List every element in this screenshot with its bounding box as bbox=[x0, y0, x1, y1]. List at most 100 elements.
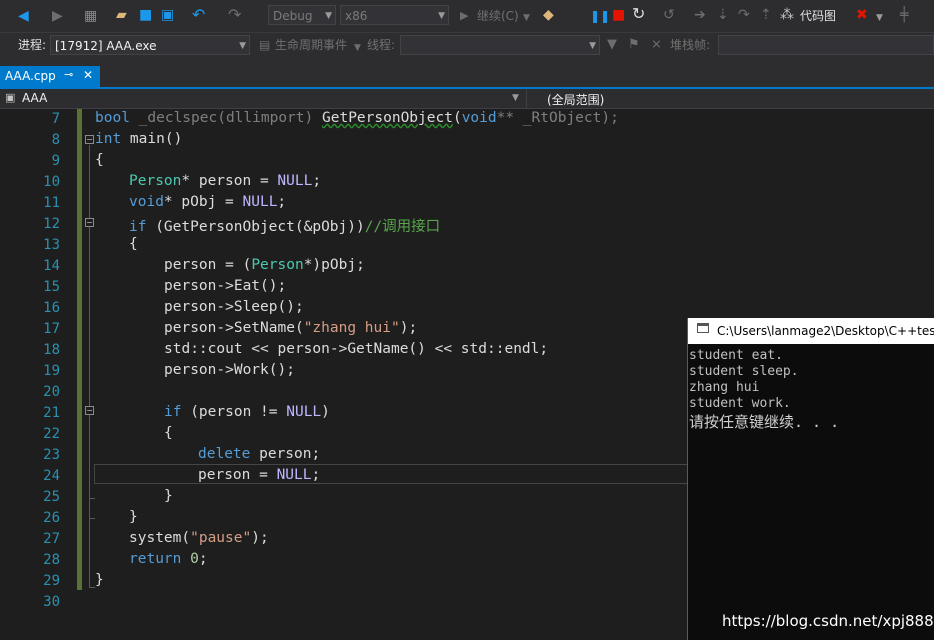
line-number: 11 bbox=[43, 195, 60, 211]
save-all-icon[interactable]: ▣ bbox=[161, 7, 174, 23]
chevron-down-icon[interactable]: ▼ bbox=[876, 10, 883, 26]
line-number: 17 bbox=[43, 321, 60, 337]
code-line: person = (Person*)pObj; bbox=[164, 257, 365, 273]
close-icon[interactable]: ✕ bbox=[83, 68, 93, 82]
pin-icon[interactable]: ⊸ bbox=[64, 68, 73, 81]
line-number: 20 bbox=[43, 384, 60, 400]
console-output-line: 请按任意键继续. . . bbox=[689, 413, 840, 431]
scope-dropdown[interactable]: (全局范围) bbox=[547, 91, 604, 108]
breakpoints-icon[interactable]: ✖ bbox=[856, 7, 868, 23]
code-line: return 0; bbox=[129, 551, 208, 567]
code-token: if bbox=[129, 219, 147, 235]
codemap-icon: ⁂ bbox=[780, 7, 794, 23]
code-token: (person != bbox=[181, 404, 287, 420]
code-token: ; bbox=[312, 173, 322, 189]
current-line-highlight bbox=[94, 464, 688, 484]
step-out-icon[interactable]: ⇡ bbox=[760, 7, 772, 23]
code-token: ; bbox=[311, 467, 321, 483]
line-number: 10 bbox=[43, 174, 60, 190]
code-number: 0 bbox=[190, 551, 199, 567]
code-token: } bbox=[164, 488, 173, 504]
document-tab-strip: AAA.cpp ⊸ ✕ bbox=[0, 58, 934, 89]
code-line: { bbox=[129, 236, 138, 252]
thread-label: 线程: bbox=[367, 38, 396, 52]
stop-icon[interactable]: ■ bbox=[612, 7, 625, 23]
code-token: system( bbox=[129, 530, 191, 546]
process-label: 进程: bbox=[18, 38, 47, 52]
step-into-icon[interactable]: ➔ bbox=[694, 7, 706, 23]
chevron-down-icon[interactable]: ▼ bbox=[523, 10, 530, 26]
code-line: void* pObj = NULL; bbox=[129, 194, 286, 210]
code-line: person->Eat(); bbox=[164, 278, 286, 294]
line-number: 28 bbox=[43, 552, 60, 568]
stackframe-select[interactable] bbox=[718, 35, 934, 55]
code-token: GetPersonObject bbox=[322, 110, 453, 126]
attach-icon[interactable]: ◆ bbox=[543, 7, 554, 23]
chevron-down-icon[interactable]: ▼ bbox=[512, 93, 519, 103]
collapse-icon[interactable]: − bbox=[85, 135, 94, 144]
collapse-icon[interactable]: − bbox=[85, 406, 94, 415]
code-token: ); bbox=[251, 530, 269, 546]
line-number: 14 bbox=[43, 258, 60, 274]
code-token: _declspec( bbox=[129, 110, 226, 126]
filter-icon[interactable]: ▼ bbox=[607, 37, 617, 53]
save-icon[interactable]: ■ bbox=[139, 7, 152, 23]
undo-icon[interactable]: ↶ bbox=[192, 7, 205, 23]
code-line: } bbox=[129, 509, 138, 525]
platform-select[interactable]: x86 ▼ bbox=[340, 5, 449, 25]
chevron-down-icon: ▼ bbox=[239, 41, 246, 51]
thread-select[interactable]: ▼ bbox=[400, 35, 600, 55]
line-number: 18 bbox=[43, 342, 60, 358]
console-window[interactable]: C:\Users\lanmage2\Desktop\C++test studen… bbox=[687, 318, 934, 640]
console-output-line: student eat. bbox=[689, 348, 783, 363]
code-token: person->SetName( bbox=[164, 320, 304, 336]
chevron-down-icon[interactable]: ▼ bbox=[354, 40, 361, 56]
play-icon[interactable]: ▶ bbox=[460, 8, 468, 24]
codemap-button[interactable]: 代码图 bbox=[800, 8, 836, 24]
watermark-text: https://blog.csdn.net/xpj8888 bbox=[722, 612, 934, 630]
configuration-select[interactable]: Debug ▼ bbox=[268, 5, 336, 25]
toggle-flag-icon[interactable]: ⚑ bbox=[628, 37, 640, 53]
stackframe-label: 堆栈帧: bbox=[670, 38, 711, 52]
pause-icon[interactable]: ❚❚ bbox=[590, 8, 610, 24]
layout-icon[interactable]: ╪ bbox=[900, 7, 908, 23]
line-number: 16 bbox=[43, 300, 60, 316]
open-file-icon[interactable]: ▰ bbox=[116, 7, 127, 23]
project-icon: ▣ bbox=[5, 91, 16, 104]
code-line: int main() bbox=[95, 131, 182, 147]
code-line: std::cout << person->GetName() << std::e… bbox=[164, 341, 548, 357]
line-number: 21 bbox=[43, 405, 60, 421]
code-token: person = ( bbox=[164, 257, 252, 273]
debug-location-toolbar: 进程: [17912] AAA.exe ▼ ▤ 生命周期事件 ▼ 线程: ▼ ▼… bbox=[0, 32, 934, 58]
clear-flags-icon[interactable]: ⨯ bbox=[651, 37, 662, 53]
code-token: NULL bbox=[286, 404, 322, 420]
console-title-bar[interactable]: C:\Users\lanmage2\Desktop\C++test bbox=[688, 318, 934, 344]
code-token: main() bbox=[121, 131, 183, 147]
lifecycle-events-button[interactable]: 生命周期事件 bbox=[275, 37, 347, 53]
code-line: if (GetPersonObject(&pObj))//调用接口 bbox=[129, 215, 440, 236]
continue-button[interactable]: 继续(C) bbox=[477, 8, 519, 24]
show-next-statement-icon[interactable]: ↺ bbox=[663, 7, 675, 23]
process-select[interactable]: [17912] AAA.exe ▼ bbox=[50, 35, 250, 55]
restart-icon[interactable]: ↻ bbox=[632, 6, 645, 22]
forward-icon[interactable]: ▶ bbox=[52, 8, 63, 24]
step-over-arc-icon[interactable]: ↷ bbox=[738, 7, 750, 23]
line-number: 9 bbox=[51, 153, 60, 169]
code-token: NULL bbox=[276, 467, 312, 483]
tab-aaa-cpp[interactable]: AAA.cpp ⊸ ✕ bbox=[0, 66, 100, 87]
code-token: ); bbox=[399, 320, 418, 336]
collapse-icon[interactable]: − bbox=[85, 218, 94, 227]
project-dropdown[interactable]: AAA bbox=[22, 91, 47, 105]
code-token: NULL bbox=[277, 173, 313, 189]
code-token: person; bbox=[250, 446, 321, 462]
code-token: void bbox=[129, 194, 164, 210]
step-over-icon[interactable]: ⇣ bbox=[717, 7, 729, 23]
code-line: if (person != NULL) bbox=[164, 404, 330, 420]
redo-icon[interactable]: ↷ bbox=[228, 7, 241, 23]
code-token: dllimport bbox=[225, 110, 305, 126]
new-project-icon[interactable]: ▦ bbox=[84, 8, 97, 24]
lifecycle-icon[interactable]: ▤ bbox=[259, 37, 270, 53]
code-token: person->Sleep(); bbox=[164, 299, 304, 315]
line-number: 25 bbox=[43, 489, 60, 505]
back-icon[interactable]: ◀ bbox=[18, 8, 29, 24]
